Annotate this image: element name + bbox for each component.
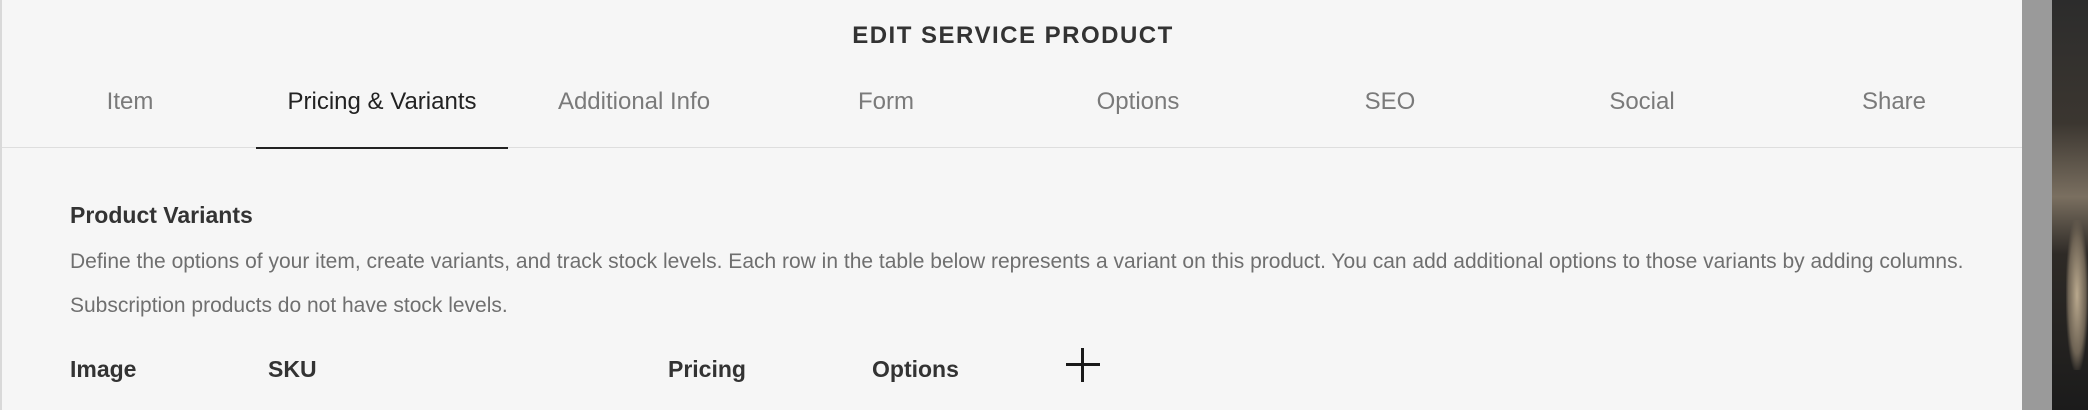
tab-item[interactable]: Item — [4, 66, 256, 148]
dialog-title: EDIT SERVICE PRODUCT — [852, 22, 1174, 49]
tab-additional-info[interactable]: Additional Info — [508, 66, 760, 148]
dialog-edge-strip — [2022, 0, 2052, 410]
column-header-options: Options — [872, 356, 959, 382]
product-variants-description: Define the options of your item, create … — [70, 250, 1964, 317]
product-variants-heading: Product Variants — [70, 202, 253, 228]
tab-form[interactable]: Form — [760, 66, 1012, 148]
tab-social[interactable]: Social — [1516, 66, 1768, 148]
tab-seo[interactable]: SEO — [1264, 66, 1516, 148]
tab-share[interactable]: Share — [1768, 66, 2020, 148]
column-header-pricing: Pricing — [668, 356, 746, 382]
column-header-sku: SKU — [268, 356, 317, 382]
edit-product-dialog: EDIT SERVICE PRODUCT Item Pricing & Vari… — [0, 0, 2022, 410]
background-photo — [2052, 0, 2088, 410]
column-header-image: Image — [70, 356, 137, 382]
tab-options[interactable]: Options — [1012, 66, 1264, 148]
tab-pricing-variants[interactable]: Pricing & Variants — [256, 66, 508, 149]
tab-bar: Item Pricing & Variants Additional Info … — [2, 66, 2022, 149]
plus-icon[interactable] — [1066, 348, 1100, 382]
